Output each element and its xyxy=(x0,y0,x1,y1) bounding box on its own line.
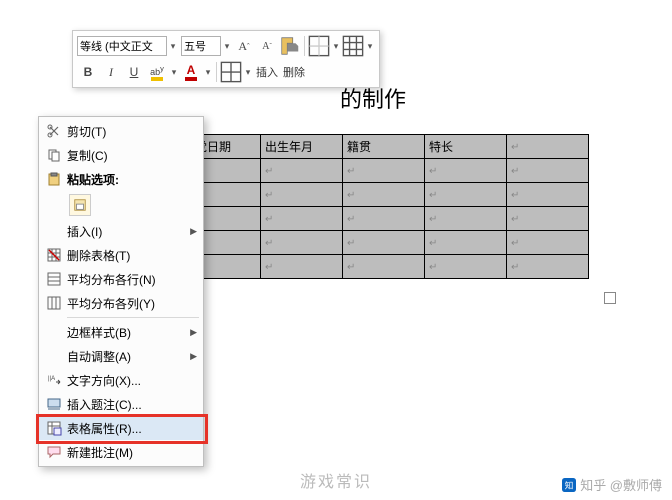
shrink-font-button[interactable]: Aˇ xyxy=(256,35,278,57)
data-table[interactable]: 入党日期 出生年月 籍贯 特长 ↵ ↵↵↵↵↵ ↵↵↵↵↵ ↵↵↵↵↵ ↵↵↵↵… xyxy=(178,134,589,279)
menu-copy[interactable]: 复制(C) xyxy=(39,143,203,167)
menu-table-properties-label: 表格属性(R)... xyxy=(67,420,197,437)
delete-table-icon xyxy=(43,245,65,265)
menu-paste-options: 粘贴选项: xyxy=(39,167,203,191)
submenu-arrow-icon: ▶ xyxy=(190,351,197,362)
page-break-marker xyxy=(604,292,616,304)
menu-insert-label: 插入(I) xyxy=(67,223,190,240)
menu-new-comment-label: 新建批注(M) xyxy=(67,444,197,461)
menu-new-comment[interactable]: 新建批注(M) xyxy=(39,440,203,464)
borders-button[interactable] xyxy=(308,35,330,57)
borders-dropdown-icon[interactable]: ▾ xyxy=(331,41,341,52)
font-size-selector[interactable]: 五号 xyxy=(181,36,221,56)
menu-distribute-rows-label: 平均分布各行(N) xyxy=(67,271,197,288)
menu-copy-label: 复制(C) xyxy=(67,147,197,164)
menu-distribute-cols-label: 平均分布各列(Y) xyxy=(67,295,197,312)
blank-icon xyxy=(43,221,65,241)
table-grid-dropdown-icon[interactable]: ▾ xyxy=(365,41,375,52)
submenu-arrow-icon: ▶ xyxy=(190,327,197,338)
caption-icon xyxy=(43,394,65,414)
table-header-row: 入党日期 出生年月 籍贯 特长 ↵ xyxy=(179,135,589,159)
mini-toolbar: 等线 (中文正文 ▾ 五号 ▾ Aˆ Aˇ ▾ ▾ B I U aby ▾ xyxy=(72,30,380,88)
svg-text:||A: ||A xyxy=(48,376,55,382)
menu-insert-caption[interactable]: 插入题注(C)... xyxy=(39,392,203,416)
grow-font-button[interactable]: Aˆ xyxy=(233,35,255,57)
th-2[interactable]: 出生年月 xyxy=(261,135,343,159)
menu-separator xyxy=(67,317,199,318)
font-color-dropdown-icon[interactable]: ▾ xyxy=(203,67,213,78)
shading-button[interactable] xyxy=(220,61,242,83)
menu-cut[interactable]: 剪切(T) xyxy=(39,119,203,143)
zhihu-icon: 知 xyxy=(562,478,576,492)
th-3[interactable]: 籍贯 xyxy=(343,135,425,159)
comment-icon xyxy=(43,442,65,462)
menu-insert-caption-label: 插入题注(C)... xyxy=(67,396,197,413)
format-painter-button[interactable] xyxy=(279,35,301,57)
font-size-dropdown-icon[interactable]: ▾ xyxy=(222,41,232,52)
blank-icon xyxy=(43,322,65,342)
insert-label[interactable]: 插入 xyxy=(254,64,280,80)
menu-cut-label: 剪切(T) xyxy=(67,123,197,140)
menu-border-style-label: 边框样式(B) xyxy=(67,324,190,341)
table-row[interactable]: ↵↵↵↵↵ xyxy=(179,183,589,207)
th-4[interactable]: 特长 xyxy=(425,135,507,159)
props-icon xyxy=(43,418,65,438)
menu-text-direction-label: 文字方向(X)... xyxy=(67,372,197,389)
table-grid-button[interactable] xyxy=(342,35,364,57)
th-5[interactable]: ↵ xyxy=(507,135,589,159)
bold-button[interactable]: B xyxy=(77,61,99,83)
paste-option-1[interactable] xyxy=(69,194,91,216)
font-name-dropdown-icon[interactable]: ▾ xyxy=(168,41,178,52)
watermark-center: 游戏常识 xyxy=(300,468,372,492)
svg-text:知: 知 xyxy=(565,479,574,490)
menu-text-direction[interactable]: ||A 文字方向(X)... xyxy=(39,368,203,392)
menu-delete-table[interactable]: 删除表格(T) xyxy=(39,243,203,267)
table-row[interactable]: ↵↵↵↵↵ xyxy=(179,231,589,255)
table-row[interactable]: ↵↵↵↵↵ xyxy=(179,255,589,279)
menu-autofit-label: 自动调整(A) xyxy=(67,348,190,365)
watermark-bottom-right: 知 知乎 @敷师傅 xyxy=(562,475,662,494)
font-color-button[interactable]: A xyxy=(180,61,202,83)
context-menu: 剪切(T) 复制(C) 粘贴选项: 插入(I) ▶ 删除表格(T) 平均分布各行… xyxy=(38,116,204,467)
menu-delete-table-label: 删除表格(T) xyxy=(67,247,197,264)
menu-distribute-cols[interactable]: 平均分布各列(Y) xyxy=(39,291,203,315)
font-name-selector[interactable]: 等线 (中文正文 xyxy=(77,36,167,56)
menu-table-properties[interactable]: 表格属性(R)... xyxy=(39,416,203,440)
shading-dropdown-icon[interactable]: ▾ xyxy=(243,67,253,78)
underline-button[interactable]: U xyxy=(123,61,145,83)
cut-icon xyxy=(43,121,65,141)
paste-icon xyxy=(43,169,65,189)
italic-button[interactable]: I xyxy=(100,61,122,83)
menu-autofit[interactable]: 自动调整(A) ▶ xyxy=(39,344,203,368)
text-direction-icon: ||A xyxy=(43,370,65,390)
table-row[interactable]: ↵↵↵↵↵ xyxy=(179,207,589,231)
table-row[interactable]: ↵↵↵↵↵ xyxy=(179,159,589,183)
menu-border-style[interactable]: 边框样式(B) ▶ xyxy=(39,320,203,344)
paste-options-row xyxy=(39,191,203,219)
menu-distribute-rows[interactable]: 平均分布各行(N) xyxy=(39,267,203,291)
submenu-arrow-icon: ▶ xyxy=(190,226,197,237)
delete-label[interactable]: 删除 xyxy=(281,64,307,80)
highlight-button[interactable]: aby xyxy=(146,61,168,83)
highlight-dropdown-icon[interactable]: ▾ xyxy=(169,67,179,78)
copy-icon xyxy=(43,145,65,165)
menu-paste-options-label: 粘贴选项: xyxy=(67,171,197,188)
distribute-rows-icon xyxy=(43,269,65,289)
distribute-cols-icon xyxy=(43,293,65,313)
blank-icon xyxy=(43,346,65,366)
menu-insert[interactable]: 插入(I) ▶ xyxy=(39,219,203,243)
